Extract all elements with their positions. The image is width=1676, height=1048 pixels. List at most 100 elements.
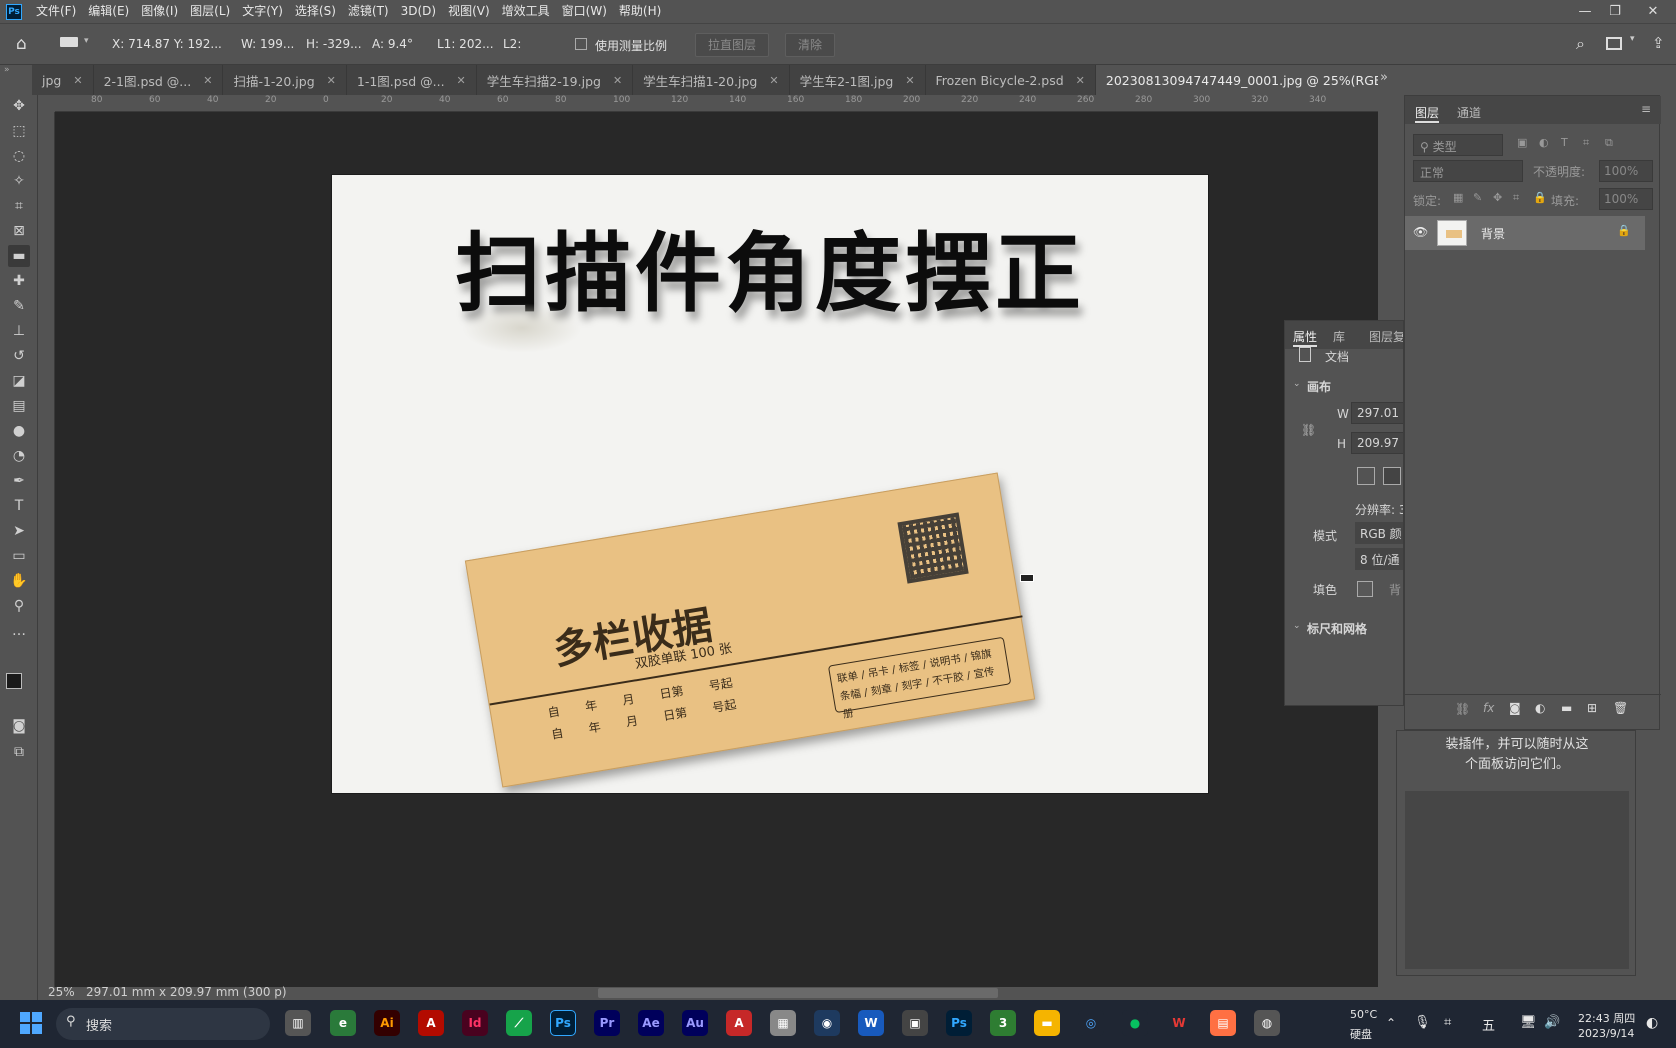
rulers-grid-section-title[interactable]: 标尺和网格	[1307, 620, 1367, 637]
menu-3d[interactable]: 3D(D)	[395, 0, 442, 23]
bit-depth-select[interactable]: 8 位/通	[1355, 548, 1403, 570]
healing-brush-icon[interactable]: ✚	[8, 270, 30, 292]
volume-icon[interactable]: 🔊	[1544, 1015, 1560, 1030]
search-icon[interactable]: ⌕	[1576, 34, 1585, 54]
menu-view[interactable]: 视图(V)	[442, 0, 496, 23]
app-3-icon[interactable]: 3	[990, 1010, 1016, 1036]
lock-paint-icon[interactable]: ✎	[1473, 191, 1482, 204]
tab-document[interactable]: 学生车2-1图.jpg ✕	[789, 65, 926, 95]
menu-filter[interactable]: 滤镜(T)	[342, 0, 395, 23]
lock-artboard-icon[interactable]: ⌗	[1513, 191, 1519, 205]
photoshop-alt-icon[interactable]: Ps	[946, 1010, 972, 1036]
tab-document[interactable]: Frozen Bicycle-2.psd ✕	[925, 65, 1096, 95]
file-explorer-icon[interactable]: ▬	[1034, 1010, 1060, 1036]
canvas-width-input[interactable]: 297.01 r	[1351, 402, 1403, 424]
close-icon[interactable]: ✕	[457, 74, 466, 87]
tray-app-icon[interactable]: ⌗	[1444, 1015, 1451, 1030]
menu-select[interactable]: 选择(S)	[289, 0, 342, 23]
use-scale-checkbox[interactable]	[575, 38, 587, 50]
foreground-color-swatch[interactable]	[6, 673, 22, 689]
close-icon[interactable]: ✕	[327, 74, 336, 87]
more-tools-icon[interactable]: …	[8, 620, 30, 642]
tab-channels[interactable]: 通道	[1457, 104, 1481, 121]
menu-plugins[interactable]: 增效工具	[496, 0, 556, 23]
fill-input[interactable]: 100%	[1599, 188, 1653, 210]
filter-smart-icon[interactable]: ⧉	[1605, 136, 1613, 150]
canvas-height-input[interactable]: 209.97 r	[1351, 432, 1403, 454]
chevron-down-icon[interactable]: ⌄	[1293, 621, 1301, 631]
tabs-overflow-icon[interactable]: »	[1380, 70, 1388, 85]
mask-icon[interactable]: ◙	[1509, 701, 1521, 715]
chevron-down-icon[interactable]: ▾	[1630, 34, 1635, 44]
canvas-section-title[interactable]: 画布	[1307, 378, 1331, 395]
magic-wand-icon[interactable]: ✧	[8, 170, 30, 192]
landscape-icon[interactable]	[1383, 467, 1401, 485]
browser-icon[interactable]: e	[330, 1010, 356, 1036]
eraser-tool-icon[interactable]: ◪	[8, 370, 30, 392]
portrait-icon[interactable]	[1357, 467, 1375, 485]
workspace-icon[interactable]	[1606, 37, 1622, 50]
acrobat-icon[interactable]: A	[418, 1010, 444, 1036]
zoom-level[interactable]: 25%	[48, 985, 75, 999]
folder-icon[interactable]: ▬	[1561, 701, 1572, 715]
brush-tool-icon[interactable]: ✎	[8, 295, 30, 317]
zoom-tool-icon[interactable]: ⚲	[8, 595, 30, 617]
notification-icon[interactable]: ◐	[1646, 1015, 1658, 1031]
after-effects-icon[interactable]: Ae	[638, 1010, 664, 1036]
taskbar-search-box[interactable]: ⚲ 搜索	[56, 1008, 270, 1040]
chevron-down-icon[interactable]: ▾	[84, 36, 89, 46]
close-icon[interactable]: ✕	[769, 74, 778, 87]
photoshop-taskbar-icon[interactable]: Ps	[550, 1010, 576, 1036]
photo-app-icon[interactable]: ▣	[902, 1010, 928, 1036]
wechat-icon[interactable]: ●	[1122, 1010, 1148, 1036]
layer-row-background[interactable]: 👁 背景 🔒	[1405, 216, 1645, 250]
autocad-icon[interactable]: A	[726, 1010, 752, 1036]
adjustment-layer-icon[interactable]: ◐	[1535, 701, 1545, 715]
share-icon[interactable]: ⇪	[1652, 34, 1665, 52]
menu-type[interactable]: 文字(Y)	[236, 0, 289, 23]
menu-help[interactable]: 帮助(H)	[613, 0, 667, 23]
word-icon[interactable]: W	[858, 1010, 884, 1036]
close-icon[interactable]: ✕	[905, 74, 914, 87]
document-size[interactable]: 297.01 mm x 209.97 mm (300 p)	[86, 985, 287, 999]
filter-shape-icon[interactable]: ⌗	[1583, 136, 1589, 150]
eye-icon[interactable]: 👁	[1413, 225, 1428, 239]
audition-icon[interactable]: Au	[682, 1010, 708, 1036]
tab-document[interactable]: 扫描-1-20.jpg ✕	[223, 65, 347, 95]
document-canvas[interactable]: 扫描件角度摆正 多栏收据 双胶单联 100 张 自 年 月 日第 号起 自 年 …	[332, 175, 1208, 793]
premiere-icon[interactable]: Pr	[594, 1010, 620, 1036]
clock-time[interactable]: 22:43 周四	[1578, 1010, 1635, 1026]
illustrator-icon[interactable]: Ai	[374, 1010, 400, 1036]
clear-button[interactable]: 清除	[785, 33, 836, 57]
ruler-tool-icon[interactable]: ▬	[8, 245, 30, 267]
wps-icon[interactable]: W	[1166, 1010, 1192, 1036]
gradient-tool-icon[interactable]: ▤	[8, 395, 30, 417]
tab-document-active[interactable]: 20230813094747449_0001.jpg @ 25%(RGB/8#)…	[1095, 65, 1378, 95]
filter-type-icon[interactable]: T	[1561, 136, 1568, 149]
lock-icon[interactable]: 🔒	[1617, 224, 1631, 237]
task-view-icon[interactable]: ▥	[285, 1010, 311, 1036]
tab-layer-comps[interactable]: 图层复	[1369, 328, 1403, 345]
link-icon[interactable]: ⛓	[1301, 423, 1316, 437]
app-green-icon[interactable]: ⟋	[506, 1010, 532, 1036]
close-icon[interactable]: ✕	[203, 74, 212, 87]
tab-document[interactable]: 1-1图.psd @... ✕	[346, 65, 477, 95]
tab-document[interactable]: 学生车扫描1-20.jpg ✕	[633, 65, 790, 95]
menu-layer[interactable]: 图层(L)	[184, 0, 236, 23]
qq-browser-icon[interactable]: ◎	[1078, 1010, 1104, 1036]
menu-window[interactable]: 窗口(W)	[556, 0, 613, 23]
lock-all-icon[interactable]: 🔒	[1533, 191, 1547, 204]
straighten-layer-button[interactable]: 拉直图层	[695, 33, 770, 57]
panel-menu-icon[interactable]: ≡	[1641, 102, 1651, 116]
stamp-tool-icon[interactable]: ⊥	[8, 320, 30, 342]
chevron-down-icon[interactable]: ⌄	[1293, 379, 1301, 389]
link-layers-icon[interactable]: ⛓	[1455, 702, 1470, 716]
color-mode-select[interactable]: RGB 颜	[1355, 522, 1403, 544]
windows-start-icon[interactable]	[20, 1012, 42, 1034]
pen-tool-icon[interactable]: ✒	[8, 470, 30, 492]
horizontal-scrollbar[interactable]	[598, 988, 998, 998]
filter-pixel-icon[interactable]: ▣	[1517, 136, 1527, 149]
history-brush-icon[interactable]: ↺	[8, 345, 30, 367]
opacity-input[interactable]: 100%	[1599, 160, 1653, 182]
clock-date[interactable]: 2023/9/14	[1578, 1027, 1634, 1040]
